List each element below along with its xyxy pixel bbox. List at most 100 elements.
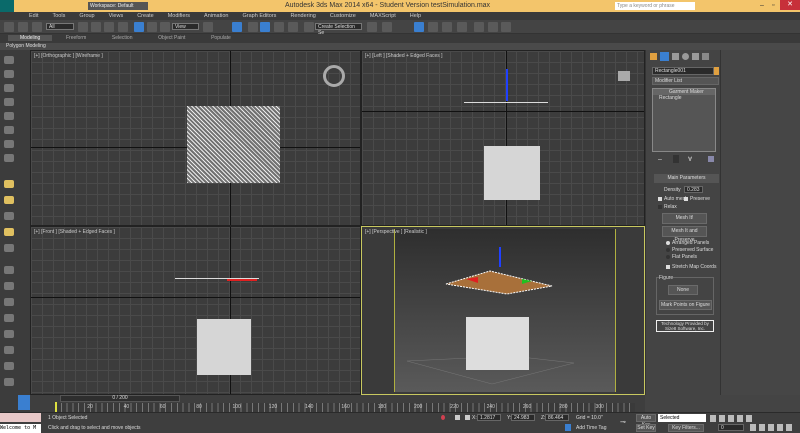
viewport-front[interactable]: [+] [Front ] [Shaded + Edged Faces ] [30, 226, 361, 395]
render-setup-icon[interactable] [474, 22, 484, 32]
minimize-button[interactable]: – [760, 2, 768, 10]
tool-icon[interactable] [4, 84, 14, 92]
set-key-button[interactable]: Set Key [636, 424, 656, 432]
viewcube-icon[interactable] [618, 71, 630, 81]
make-unique-icon[interactable]: ∀ [688, 156, 692, 163]
zoom-icon[interactable] [750, 424, 756, 431]
edit-named-selection-icon[interactable] [304, 22, 314, 32]
box-object[interactable] [197, 319, 251, 375]
tab-freeform[interactable]: Freeform [54, 35, 98, 41]
tool-icon[interactable] [4, 56, 14, 64]
viewport-label[interactable]: [+] [Orthographic ] [Wireframe ] [34, 53, 103, 59]
pan-icon[interactable] [768, 424, 774, 431]
menu-create[interactable]: Create [130, 12, 161, 20]
go-to-end-icon[interactable] [746, 415, 752, 422]
angle-snap-icon[interactable] [260, 22, 270, 32]
maximize-viewport-icon[interactable] [786, 424, 792, 431]
tab-populate[interactable]: Populate [199, 35, 243, 41]
tool-icon[interactable] [4, 266, 14, 274]
search-input[interactable]: Type a keyword or phrase [615, 2, 695, 10]
mark-points-on-figure-button[interactable]: Mark Points on Figure [659, 300, 712, 310]
flat-panels-radio[interactable]: Flat Panels [666, 254, 697, 260]
tool-icon[interactable] [4, 98, 14, 106]
select-object-icon[interactable] [78, 22, 88, 32]
tool-icon[interactable] [4, 346, 14, 354]
tool-icon[interactable] [4, 112, 14, 120]
key-mode-dropdown[interactable]: Selected [658, 414, 706, 422]
tool-icon[interactable] [4, 330, 14, 338]
menu-views[interactable]: Views [102, 12, 131, 20]
modify-tab-icon[interactable] [660, 52, 669, 61]
keyboard-shortcut-override-icon[interactable] [232, 22, 242, 32]
add-time-tag[interactable]: Add Time Tag [576, 425, 606, 431]
stretch-map-coords-checkbox[interactable]: Stretch Map Coords [666, 264, 716, 270]
tool-icon[interactable] [4, 362, 14, 370]
tab-modeling[interactable]: Modeling [8, 35, 53, 41]
relax-checkbox[interactable]: Relax [658, 204, 677, 210]
link-icon[interactable] [4, 22, 14, 32]
named-selection-set-dropdown[interactable]: Create Selection Se [315, 23, 362, 36]
key-filters-button[interactable]: Key Filters... [668, 424, 704, 432]
spinner-snap-icon[interactable] [288, 22, 298, 32]
viewport-label[interactable]: [+] [Front ] [Shaded + Edged Faces ] [34, 229, 115, 235]
viewport-left[interactable]: [+] [Left ] [Shaded + Edged Faces ] [361, 50, 645, 226]
render-production-icon[interactable] [501, 22, 511, 32]
viewport-label[interactable]: [+] [Left ] [Shaded + Edged Faces ] [365, 53, 443, 59]
mesh-it-button[interactable]: Mesh It! [662, 213, 707, 224]
menu-animation[interactable]: Animation [197, 12, 235, 20]
tool-icon[interactable] [4, 378, 14, 386]
rollout-main-parameters[interactable]: Main Parameters [654, 174, 719, 183]
figure-none-button[interactable]: None [668, 285, 698, 295]
menu-help[interactable]: Help [403, 12, 428, 20]
configure-modifier-sets-icon[interactable] [708, 156, 714, 162]
tool-icon[interactable] [4, 140, 14, 148]
modifier-list-dropdown[interactable]: Modifier List [652, 77, 719, 85]
tool-icon[interactable] [4, 180, 14, 188]
stack-item-rectangle[interactable]: Rectangle [653, 95, 715, 101]
menu-rendering[interactable]: Rendering [283, 12, 322, 20]
select-move-icon[interactable] [134, 22, 144, 32]
density-field[interactable]: 0.283 [684, 186, 703, 193]
snaps-toggle-icon[interactable] [248, 22, 258, 32]
menu-edit[interactable]: Edit [22, 12, 45, 20]
x-coordinate-field[interactable]: 1.2817 [477, 414, 501, 421]
time-slider[interactable]: 0 / 200 [60, 395, 180, 402]
viewport-layouts-icon[interactable] [18, 395, 30, 410]
select-rotate-icon[interactable] [147, 22, 157, 32]
mirror-icon[interactable] [367, 22, 377, 32]
curve-editor-icon[interactable] [428, 22, 438, 32]
menu-graph-editors[interactable]: Graph Editors [236, 12, 284, 20]
current-frame-marker[interactable] [55, 402, 57, 412]
motion-tab-icon[interactable] [682, 53, 689, 60]
tool-icon[interactable] [4, 212, 14, 220]
maxscript-listener-input[interactable]: Welcome to M [0, 424, 41, 433]
bind-space-warp-icon[interactable] [32, 22, 42, 32]
viewport-perspective[interactable]: [+] [Perspective ] [Realistic ] [361, 226, 645, 395]
pivot-center-icon[interactable] [203, 22, 213, 32]
auto-key-button[interactable]: Auto Key [636, 414, 656, 428]
pin-stack-icon[interactable]: – [658, 156, 662, 163]
next-frame-icon[interactable] [737, 415, 743, 422]
maximize-button[interactable]: ▫ [772, 2, 780, 10]
utilities-tab-icon[interactable] [702, 53, 709, 60]
cloth-mesh[interactable] [187, 106, 280, 183]
z-coordinate-field[interactable]: 86.464 [545, 414, 569, 421]
object-color-swatch[interactable] [714, 67, 719, 75]
preserved-surface-radio[interactable]: Preserved Surface [666, 247, 713, 253]
tool-icon[interactable] [4, 126, 14, 134]
tab-object-paint[interactable]: Object Paint [146, 35, 197, 41]
menu-maxscript[interactable]: MAXScript [363, 12, 403, 20]
tool-icon[interactable] [4, 70, 14, 78]
reference-coordinate-dropdown[interactable]: View [172, 23, 199, 30]
selection-lock-icon[interactable] [455, 415, 460, 420]
field-of-view-icon[interactable] [759, 424, 765, 431]
move-gizmo-x[interactable] [227, 279, 257, 281]
preserve-checkbox[interactable]: Preserve [684, 196, 710, 202]
tool-icon[interactable] [4, 244, 14, 252]
go-to-start-icon[interactable] [710, 415, 716, 422]
object-name-field[interactable]: Rectangle001 [652, 67, 714, 75]
tool-icon[interactable] [4, 154, 14, 162]
menu-group[interactable]: Group [72, 12, 101, 20]
maxscript-listener-output[interactable] [0, 413, 41, 422]
absolute-mode-icon[interactable] [465, 415, 470, 420]
